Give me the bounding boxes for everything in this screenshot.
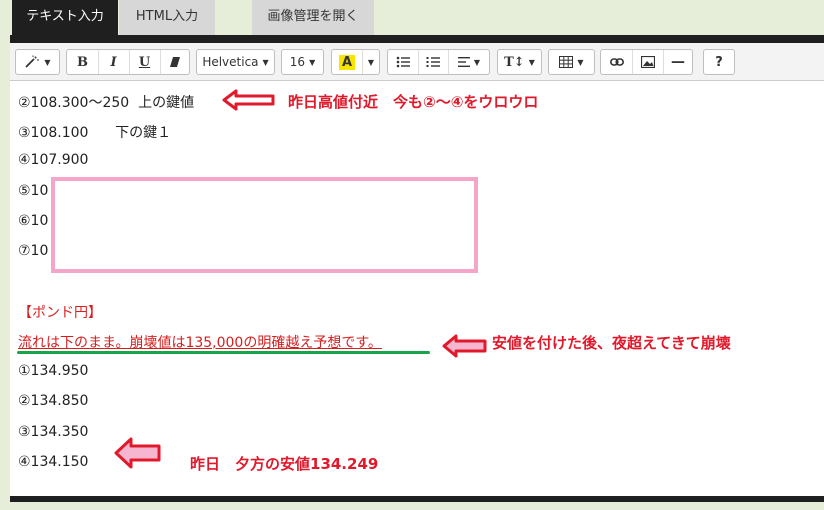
- clear-format-button[interactable]: [160, 50, 190, 74]
- chevron-down-icon: ▼: [473, 57, 481, 67]
- insert-button-group: —: [600, 49, 693, 75]
- text-line: ⑦10: [18, 243, 49, 259]
- text-line: ④107.900: [18, 152, 89, 168]
- bold-label: B: [77, 54, 88, 70]
- tab-bar: テキスト入力 HTML入力 画像管理を開く: [0, 0, 824, 35]
- highlight-color-label: A: [338, 54, 356, 70]
- format-button-group: B I U: [66, 49, 190, 75]
- chevron-down-icon: ▼: [44, 57, 51, 67]
- left-arrow-icon: [442, 334, 487, 358]
- bold-button[interactable]: B: [67, 50, 99, 74]
- numbered-list-icon: [426, 57, 440, 67]
- open-image-manager-button[interactable]: 画像管理を開く: [252, 0, 374, 35]
- text-line: 流れは下のまま。崩壊値は135,000の明確越え予想です。: [18, 335, 382, 351]
- table-dropdown-button[interactable]: ▼: [548, 49, 595, 75]
- text-line: ⑤10: [18, 183, 49, 199]
- text-line: ②134.850: [18, 393, 89, 409]
- text-color-button[interactable]: A: [332, 50, 363, 74]
- left-arrow-icon: [114, 437, 161, 469]
- underline-label: U: [138, 54, 151, 70]
- insert-link-button[interactable]: [601, 50, 633, 74]
- insert-image-button[interactable]: [632, 50, 664, 74]
- bullet-list-icon: [396, 56, 410, 68]
- horizontal-rule-button[interactable]: —: [663, 50, 693, 74]
- bullet-list-button[interactable]: [388, 50, 419, 74]
- font-size-select[interactable]: 16 ▼: [281, 49, 324, 75]
- link-icon: [609, 58, 624, 66]
- chevron-down-icon: ▼: [528, 57, 535, 67]
- numbered-list-button[interactable]: [418, 50, 449, 74]
- green-underline-marker: [17, 351, 430, 354]
- annotation-text: 安値を付けた後、夜超えてきて崩壊: [492, 334, 731, 352]
- italic-label: I: [110, 54, 117, 70]
- table-icon: [559, 56, 574, 68]
- line-height-dropdown-button[interactable]: T↕ ▼: [497, 49, 542, 75]
- left-arrow-icon: [222, 89, 275, 111]
- eraser-icon: [170, 57, 180, 67]
- italic-button[interactable]: I: [98, 50, 130, 74]
- text-line: ②108.300〜250 上の鍵値: [18, 95, 195, 111]
- text-line: ③134.350: [18, 424, 89, 440]
- help-label: ?: [715, 54, 723, 70]
- line-height-label: T↕: [504, 54, 525, 70]
- paragraph-button-group: ▼: [387, 49, 490, 75]
- editor-content-area[interactable]: ②108.300〜250 上の鍵値 ③108.100 下の鍵１ ④107.900…: [10, 81, 824, 496]
- annotation-text: 昨日高値付近 今も②〜④をウロウロ: [288, 93, 539, 111]
- text-line: ①134.950: [18, 363, 89, 379]
- editor-toolbar: ▼ B I U Helvetica ▼ 16 ▼ A ▼ ▼ T↕ ▼ ▼ — …: [10, 43, 824, 81]
- section-heading: 【ポンド円】: [18, 305, 102, 321]
- chevron-down-icon: ▼: [367, 57, 375, 67]
- text-line: ④134.150: [18, 454, 89, 470]
- underline-button[interactable]: U: [129, 50, 161, 74]
- magic-wand-icon: [25, 55, 40, 68]
- font-size-value: 16: [289, 55, 306, 69]
- help-button[interactable]: ?: [703, 49, 735, 75]
- tab-text-input[interactable]: テキスト入力: [12, 0, 118, 35]
- chevron-down-icon: ▼: [262, 57, 269, 67]
- image-icon: [640, 56, 655, 68]
- text-line: ⑥10: [18, 213, 49, 229]
- chevron-down-icon: ▼: [309, 57, 316, 67]
- color-dropdown-button[interactable]: ▼: [362, 50, 380, 74]
- style-dropdown-button[interactable]: ▼: [15, 49, 60, 75]
- color-button-group: A ▼: [331, 49, 380, 75]
- chevron-down-icon: ▼: [577, 57, 584, 67]
- font-family-value: Helvetica: [202, 55, 259, 69]
- align-dropdown-button[interactable]: ▼: [448, 50, 490, 74]
- rich-text-editor: ▼ B I U Helvetica ▼ 16 ▼ A ▼ ▼ T↕ ▼ ▼ — …: [10, 35, 824, 502]
- hr-label: —: [671, 54, 685, 70]
- font-family-select[interactable]: Helvetica ▼: [196, 49, 275, 75]
- redaction-box: [51, 177, 478, 273]
- tab-html-input[interactable]: HTML入力: [119, 0, 215, 35]
- annotation-text: 昨日 夕方の安値134.249: [190, 455, 379, 473]
- text-line: ③108.100 下の鍵１: [18, 125, 172, 141]
- align-left-icon: [457, 57, 470, 67]
